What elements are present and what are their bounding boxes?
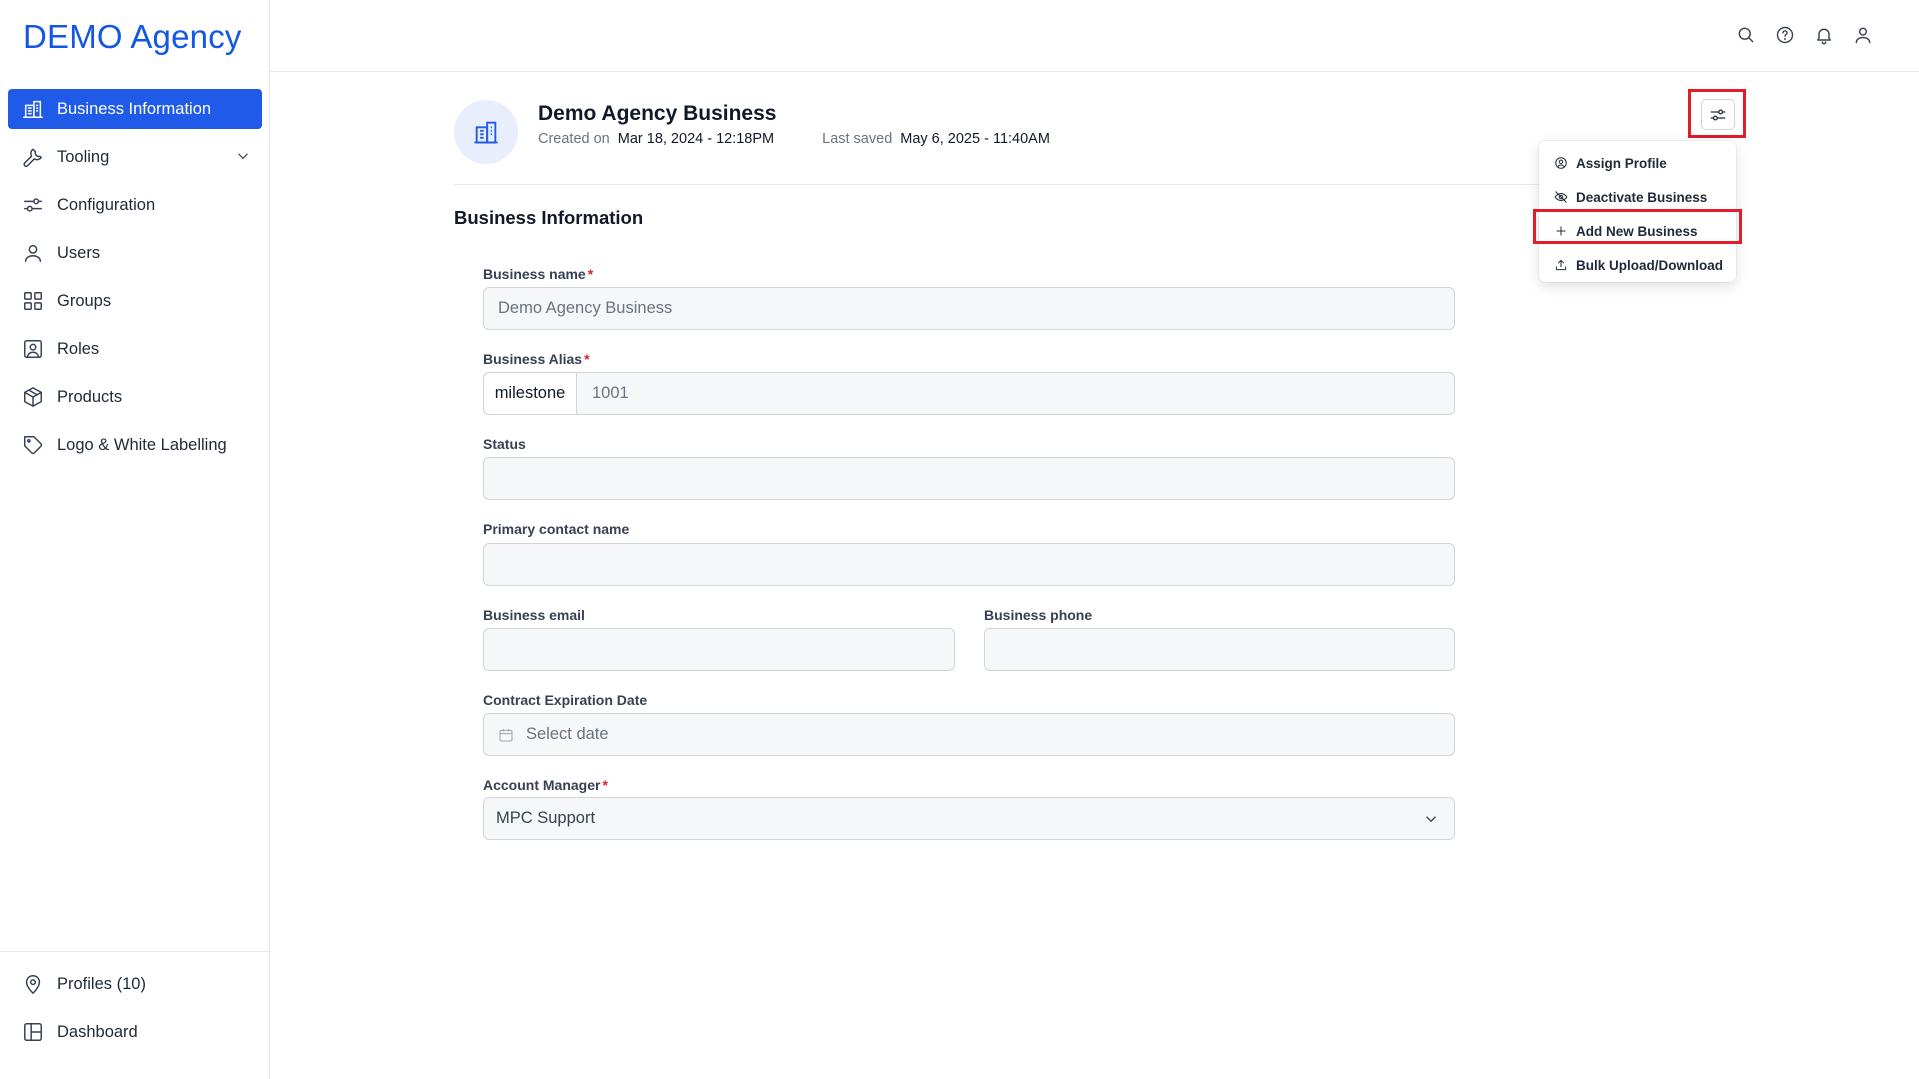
- sidebar-item-label: Logo & White Labelling: [57, 435, 227, 454]
- required-mark: *: [587, 266, 594, 282]
- status-label: Status: [483, 436, 526, 452]
- sidebar-item-label: Business Information: [57, 99, 212, 118]
- sliders-icon: [1710, 108, 1726, 121]
- sidebar-item-label: Profiles (10): [57, 974, 146, 993]
- sidebar-item-logo-white-labelling[interactable]: Logo & White Labelling: [8, 425, 262, 465]
- contract-expiration-input[interactable]: Select date: [483, 713, 1455, 756]
- sidebar-item-business-information[interactable]: Business Information: [8, 89, 262, 129]
- sidebar-item-label: Configuration: [57, 195, 156, 214]
- building-icon: [21, 97, 45, 121]
- top-bar: [270, 0, 1919, 72]
- header-divider: [454, 184, 1554, 185]
- sidebar-item-configuration[interactable]: Configuration: [8, 185, 262, 225]
- primary-contact-input[interactable]: [483, 543, 1455, 586]
- bell-icon[interactable]: [1813, 24, 1835, 46]
- chevron-down-icon[interactable]: [234, 147, 252, 170]
- required-mark: *: [584, 351, 590, 367]
- menu-item-label: Add New Business: [1576, 223, 1698, 239]
- top-bar-actions: [1735, 24, 1874, 46]
- label-text: Account Manager: [483, 777, 601, 793]
- primary-contact-label: Primary contact name: [483, 521, 630, 537]
- upload-icon: [1555, 259, 1567, 271]
- contract-expiration-label: Contract Expiration Date: [483, 692, 648, 708]
- calendar-icon: [498, 727, 514, 743]
- business-alias-label: Business Alias *: [483, 351, 590, 367]
- created-label: Created on: [538, 131, 610, 147]
- sidebar-item-label: Products: [57, 387, 123, 406]
- business-phone-input[interactable]: [984, 628, 1455, 671]
- app: DEMO Agency Business Information Tooling: [0, 0, 1919, 1079]
- sidebar-item-products[interactable]: Products: [8, 377, 262, 417]
- date-placeholder: Select date: [526, 725, 609, 743]
- sidebar-bottom: Profiles (10) Dashboard: [0, 951, 270, 1060]
- help-icon[interactable]: [1774, 24, 1796, 46]
- actions-menu: Assign Profile Deactivate Business Add N…: [1539, 141, 1736, 282]
- account-manager-value: MPC Support: [496, 809, 596, 827]
- grid-icon: [21, 289, 45, 313]
- eye-off-icon: [1554, 191, 1568, 203]
- page-title: Demo Agency Business: [538, 102, 777, 125]
- business-avatar: [454, 100, 518, 164]
- sidebar-item-tooling[interactable]: Tooling: [8, 137, 262, 177]
- menu-item-label: Assign Profile: [1576, 155, 1667, 171]
- account-manager-select[interactable]: MPC Support: [483, 797, 1455, 840]
- menu-item-label: Bulk Upload/Download: [1576, 257, 1723, 273]
- business-alias-prefix: milestone: [483, 372, 577, 415]
- tag-icon: [21, 433, 45, 457]
- menu-item-deactivate-business[interactable]: Deactivate Business: [1539, 180, 1736, 214]
- sidebar-item-groups[interactable]: Groups: [8, 281, 262, 321]
- business-alias-input[interactable]: 1001: [483, 372, 1455, 415]
- business-meta: Created on Mar 18, 2024 - 12:18PM Last s…: [538, 131, 1090, 147]
- settings-button[interactable]: [1701, 99, 1735, 130]
- sidebar-item-label: Roles: [57, 339, 100, 358]
- profile-icon[interactable]: [1852, 24, 1874, 46]
- business-name-label: Business name *: [483, 266, 593, 282]
- created-value: Mar 18, 2024 - 12:18PM: [617, 131, 775, 147]
- building-icon: [474, 121, 498, 144]
- business-phone-label: Business phone: [984, 607, 1093, 623]
- sidebar-item-label: Tooling: [57, 147, 110, 166]
- user-circle-icon: [1555, 157, 1567, 169]
- business-email-input[interactable]: [483, 628, 955, 671]
- sidebar-nav: Business Information Tooling Configurati…: [8, 89, 262, 473]
- sidebar-item-label: Users: [57, 243, 101, 262]
- sliders-icon: [21, 193, 45, 217]
- sidebar-item-roles[interactable]: Roles: [8, 329, 262, 369]
- required-mark: *: [602, 777, 608, 793]
- menu-item-assign-profile[interactable]: Assign Profile: [1539, 146, 1736, 180]
- sidebar-item-profiles[interactable]: Profiles (10): [8, 964, 262, 1004]
- label-text: Business Alias: [483, 351, 583, 367]
- id-badge-icon: [21, 337, 45, 361]
- layout-icon: [21, 1020, 45, 1044]
- plus-icon: [1556, 226, 1566, 236]
- map-pin-icon: [21, 972, 45, 996]
- sidebar-item-dashboard[interactable]: Dashboard: [8, 1012, 262, 1052]
- saved-label: Last saved: [822, 131, 893, 147]
- business-name-input[interactable]: Demo Agency Business: [483, 287, 1455, 330]
- business-email-label: Business email: [483, 607, 585, 623]
- saved-value: May 6, 2025 - 11:40AM: [900, 131, 1050, 147]
- box-icon: [21, 385, 45, 409]
- status-input[interactable]: [483, 457, 1455, 500]
- sidebar: DEMO Agency Business Information Tooling: [0, 0, 270, 1079]
- account-manager-label: Account Manager *: [483, 777, 608, 793]
- chevron-down-icon: [1422, 810, 1440, 833]
- menu-item-label: Deactivate Business: [1576, 189, 1708, 205]
- sidebar-item-label: Dashboard: [57, 1022, 138, 1041]
- wrench-icon: [21, 145, 45, 169]
- section-title: Business Information: [454, 207, 644, 228]
- sidebar-item-label: Groups: [57, 291, 112, 310]
- label-text: Business name: [483, 266, 586, 282]
- menu-item-add-new-business[interactable]: Add New Business: [1539, 214, 1736, 248]
- menu-item-bulk-upload-download[interactable]: Bulk Upload/Download: [1539, 248, 1736, 282]
- brand-logo[interactable]: DEMO Agency: [23, 18, 242, 56]
- sidebar-item-users[interactable]: Users: [8, 233, 262, 273]
- user-icon: [21, 241, 45, 265]
- search-icon[interactable]: [1735, 24, 1757, 46]
